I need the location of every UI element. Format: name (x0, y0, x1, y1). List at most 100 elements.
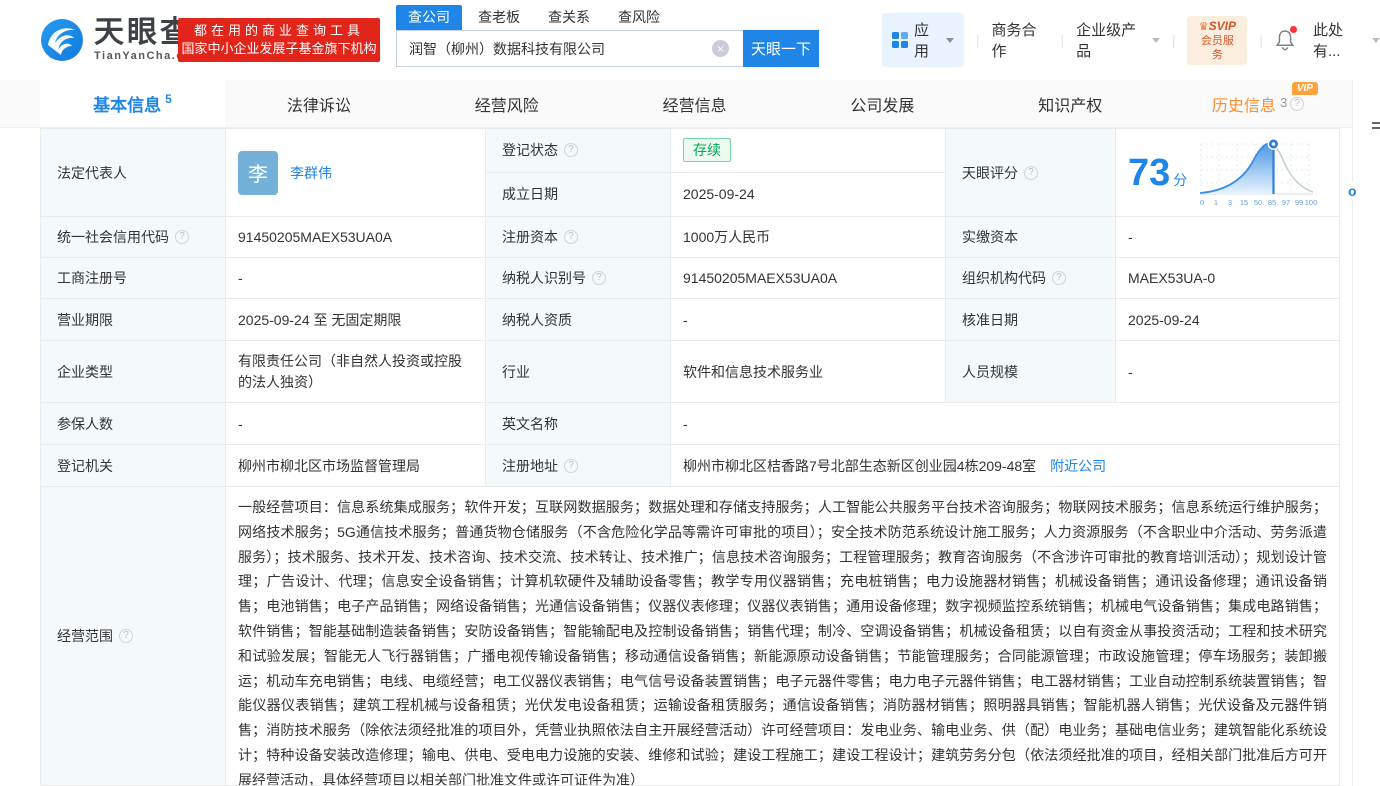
org-code-cell: MAEX53UA-0 (1116, 258, 1339, 298)
search-tab-boss[interactable]: 查老板 (478, 5, 520, 30)
tab-label: 基本信息 (93, 91, 161, 116)
field-label-insured-count: 参保人数 (41, 403, 226, 444)
field-label-reg-address: 注册地址 ? (486, 445, 671, 486)
value-text: 2025-09-24 (1128, 312, 1200, 328)
svip-label: SVIP (1209, 19, 1236, 33)
value-text: - (683, 416, 688, 432)
user-account-menu[interactable]: 此处有... (1313, 19, 1380, 61)
tab-business-info[interactable]: 经营信息 (601, 80, 789, 127)
help-icon[interactable]: ? (564, 459, 578, 473)
label-text: 参保人数 (57, 414, 113, 434)
logo-wave-icon (40, 18, 84, 62)
help-icon[interactable]: ? (564, 230, 578, 244)
svg-text:99: 99 (1295, 198, 1303, 207)
value-text: - (1128, 364, 1133, 380)
tab-label: 历史信息 (1212, 92, 1276, 116)
help-icon[interactable]: ? (175, 230, 189, 244)
status-badge: 存续 (683, 138, 731, 162)
label-text: 人员规模 (962, 362, 1018, 382)
search-tab-risk[interactable]: 查风险 (618, 5, 660, 30)
tab-count: 3 (1280, 95, 1287, 110)
help-icon[interactable]: ? (119, 629, 133, 643)
label-text: 纳税人识别号 (502, 268, 586, 288)
label-text: 注册资本 (502, 227, 558, 247)
tab-label: 公司发展 (850, 92, 914, 116)
label-text: 经营范围 (57, 626, 113, 646)
legal-rep-link[interactable]: 李群伟 (290, 163, 332, 183)
floating-menu-icon[interactable] (1372, 122, 1380, 132)
value-text: - (238, 416, 243, 432)
help-icon[interactable]: ? (1024, 166, 1038, 180)
value-text: 有限责任公司（非自然人投资或控股的法人独资） (238, 351, 473, 393)
label-text: 纳税人资质 (502, 310, 572, 330)
tab-basic-info[interactable]: 基本信息 5 (40, 80, 225, 127)
search-button[interactable]: 天眼一下 (743, 30, 819, 67)
label-text: 天眼评分 (962, 163, 1018, 183)
business-scope-cell: 一般经营项目：信息系统集成服务；软件开发；互联网数据服务；数据处理和存储支持服务… (226, 487, 1339, 785)
tab-label: 法律诉讼 (287, 92, 351, 116)
value-text: 2025-09-24 至 无固定期限 (238, 310, 401, 330)
field-label-company-type: 企业类型 (41, 341, 226, 402)
svip-member-button[interactable]: ♛SVIP 会员服务 (1187, 16, 1247, 65)
clear-icon[interactable]: × (712, 40, 729, 57)
help-icon[interactable]: ? (592, 271, 606, 285)
reg-capital-cell: 1000万人民币 (671, 217, 946, 257)
tab-label: 知识产权 (1038, 92, 1102, 116)
top-header: 天眼查 TianYanCha.com 都在用的商业查询工具 国家中小企业发展子基… (0, 0, 1380, 80)
search-input[interactable] (396, 30, 743, 67)
label-text: 工商注册号 (57, 268, 127, 288)
tab-history-info[interactable]: 历史信息 3 ? VIP (1164, 80, 1352, 127)
value-text: - (683, 312, 688, 328)
score-cell: 73 分 (1116, 129, 1339, 216)
english-name-cell: - (671, 403, 1339, 444)
notification-bell-icon[interactable] (1275, 29, 1295, 51)
help-icon[interactable]: ? (1290, 97, 1304, 111)
svg-text:50: 50 (1254, 198, 1262, 207)
field-label-reg-status: 登记状态 ? (486, 129, 671, 172)
section-tabbar: 基本信息 5 法律诉讼 经营风险 经营信息 公司发展 知识产权 历史信息 3 ?… (0, 80, 1352, 128)
enterprise-products-menu[interactable]: 企业级产品 (1076, 19, 1160, 61)
crown-icon: ♛ (1199, 21, 1209, 33)
divider: | (976, 32, 980, 48)
approval-date-cell: 2025-09-24 (1116, 299, 1339, 340)
tab-intellectual-property[interactable]: 知识产权 (976, 80, 1164, 127)
tab-legal-proceedings[interactable]: 法律诉讼 (225, 80, 413, 127)
search-tab-company[interactable]: 查公司 (396, 5, 462, 30)
value-text: 柳州市柳北区桔香路7号北部生态新区创业园4栋209-48室 (683, 456, 1036, 476)
field-label-reg-capital: 注册资本 ? (486, 217, 671, 257)
label-text: 登记状态 (502, 140, 558, 160)
svg-text:100: 100 (1305, 198, 1317, 207)
help-icon[interactable]: ? (564, 143, 578, 157)
chevron-down-icon (1372, 38, 1380, 43)
value-text: 柳州市柳北区市场监督管理局 (238, 456, 420, 476)
label-text: 英文名称 (502, 414, 558, 434)
side-anchor-marker[interactable]: o (1346, 182, 1359, 200)
field-label-credit-code: 统一社会信用代码 ? (41, 217, 226, 257)
field-label-approval-date: 核准日期 (946, 299, 1116, 340)
user-label: 此处有... (1313, 19, 1367, 61)
help-icon[interactable]: ? (1052, 271, 1066, 285)
nearby-companies-link[interactable]: 附近公司 (1050, 456, 1106, 476)
company-type-cell: 有限责任公司（非自然人投资或控股的法人独资） (226, 341, 486, 402)
score-unit: 分 (1173, 170, 1187, 190)
field-label-taxpayer-id: 纳税人识别号 ? (486, 258, 671, 298)
tab-business-risk[interactable]: 经营风险 (413, 80, 601, 127)
field-label-score: 天眼评分 ? (946, 129, 1116, 216)
header-nav: 应用 | 商务合作 | 企业级产品 | ♛SVIP 会员服务 | 此处有... (882, 22, 1380, 58)
value-text: 软件和信息技术服务业 (683, 362, 823, 382)
label-text: 组织机构代码 (962, 268, 1046, 288)
svg-text:15: 15 (1240, 198, 1248, 207)
business-term-cell: 2025-09-24 至 无固定期限 (226, 299, 486, 340)
avatar[interactable]: 李 (238, 151, 278, 195)
business-cooperation-link[interactable]: 商务合作 (991, 19, 1048, 61)
field-label-business-term: 营业期限 (41, 299, 226, 340)
search-tab-relation[interactable]: 查关系 (548, 5, 590, 30)
value-text: MAEX53UA-0 (1128, 270, 1215, 286)
divider: | (1259, 32, 1263, 48)
tab-company-development[interactable]: 公司发展 (788, 80, 976, 127)
label-text: 实缴资本 (962, 227, 1018, 247)
slogan-line1: 都在用的商业查询工具 (178, 22, 380, 40)
chevron-down-icon (1152, 38, 1160, 43)
enterprise-label: 企业级产品 (1076, 19, 1147, 61)
apps-menu[interactable]: 应用 (882, 13, 964, 67)
